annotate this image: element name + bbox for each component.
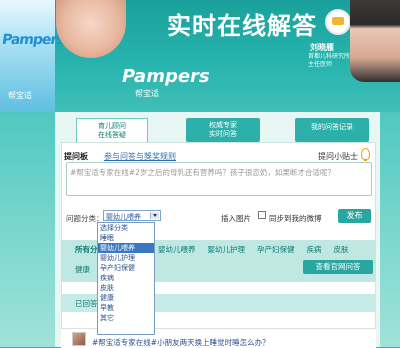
dropdown-option[interactable]: 婴幼儿护理 bbox=[98, 253, 154, 263]
sync-weibo-checkbox[interactable] bbox=[258, 211, 266, 219]
view-all-button[interactable]: 查看官网问答 bbox=[303, 260, 373, 274]
seal-icon bbox=[325, 9, 351, 35]
dropdown-option[interactable]: 孕产妇保健 bbox=[98, 263, 154, 273]
left-brand-cn: 帮宝适 bbox=[8, 91, 32, 100]
dropdown-option-selected[interactable]: 婴幼儿喂养 bbox=[98, 243, 154, 253]
category-links: 婴幼儿喂养 婴幼儿护理 孕产妇保健 疾病 皮肤 bbox=[158, 244, 361, 255]
publish-button[interactable]: 发布 bbox=[338, 209, 371, 223]
category-link[interactable]: 皮肤 bbox=[334, 245, 349, 254]
dropdown-option[interactable]: 睡眠 bbox=[98, 233, 154, 243]
tab-bar: 育儿顾问 在线答疑 权威专家 实时问答 我的问答记录 bbox=[55, 118, 380, 142]
banner: Pampers 帮宝适 实时在线解答 刘晓雁 首都儿科研究所 主任医师 Pamp… bbox=[0, 0, 400, 112]
category-link[interactable]: 婴幼儿喂养 bbox=[158, 245, 196, 254]
pampers-logo: Pampers bbox=[122, 66, 210, 87]
tab-advisor[interactable]: 育儿顾问 在线答疑 bbox=[76, 118, 148, 142]
question-textarea[interactable]: #帮宝适专家在线#2岁之后的母乳还有营养吗？孩子很恋奶，如果断才合适呢？ bbox=[66, 162, 372, 196]
dropdown-option[interactable]: 其它 bbox=[98, 313, 154, 323]
banner-title: 实时在线解答 bbox=[167, 12, 317, 40]
category-dropdown-list: 选择分类 睡眠 婴幼儿喂养 婴幼儿护理 孕产妇保健 疾病 皮肤 健康 早教 其它 bbox=[97, 222, 155, 335]
doctor-photo bbox=[350, 0, 400, 82]
dropdown-option[interactable]: 选择分类 bbox=[98, 223, 154, 233]
tip-link[interactable]: 提问小贴士 bbox=[318, 151, 358, 162]
feed-question-link[interactable]: #帮宝适专家在线#小朋友两天换上睡觉时睡怎么办？ bbox=[92, 337, 270, 348]
tab-my-records[interactable]: 我的问答记录 bbox=[295, 118, 369, 142]
board-title: 提问板 bbox=[64, 152, 88, 161]
doctor-name: 刘晓雁 bbox=[310, 43, 334, 52]
left-pack-image: Pampers 帮宝适 bbox=[0, 0, 65, 112]
baby-photo bbox=[56, 0, 126, 58]
category-selected-value: 婴幼儿喂养 bbox=[106, 213, 141, 221]
category-link[interactable]: 婴幼儿护理 bbox=[208, 245, 246, 254]
pampers-cn-label: 帮宝适 bbox=[135, 89, 159, 98]
doctor-title: 首都儿科研究所 主任医师 bbox=[308, 53, 351, 68]
tab-expert[interactable]: 权威专家 实时问答 bbox=[186, 118, 260, 142]
insert-image-link[interactable]: 插入图片 bbox=[221, 213, 251, 224]
sync-weibo-label: 同步到我的微博 bbox=[269, 214, 322, 223]
resolved-label[interactable]: 已回答 bbox=[75, 298, 98, 309]
avatar[interactable] bbox=[72, 332, 86, 346]
dropdown-option[interactable]: 疾病 bbox=[98, 273, 154, 283]
rules-link[interactable]: 参与问答与獎奖规则 bbox=[104, 151, 176, 162]
category-select[interactable]: 婴幼儿喂养 bbox=[103, 210, 161, 221]
dropdown-option[interactable]: 早教 bbox=[98, 303, 154, 313]
category-health-link[interactable]: 健康 bbox=[75, 264, 90, 275]
lightbulb-icon bbox=[361, 148, 370, 161]
dropdown-option[interactable]: 皮肤 bbox=[98, 283, 154, 293]
category-link[interactable]: 孕产妇保健 bbox=[257, 245, 295, 254]
dropdown-option[interactable]: 健康 bbox=[98, 293, 154, 303]
chevron-down-icon[interactable] bbox=[150, 212, 159, 219]
category-link[interactable]: 疾病 bbox=[307, 245, 322, 254]
left-brand-logo: Pampers bbox=[0, 32, 65, 48]
